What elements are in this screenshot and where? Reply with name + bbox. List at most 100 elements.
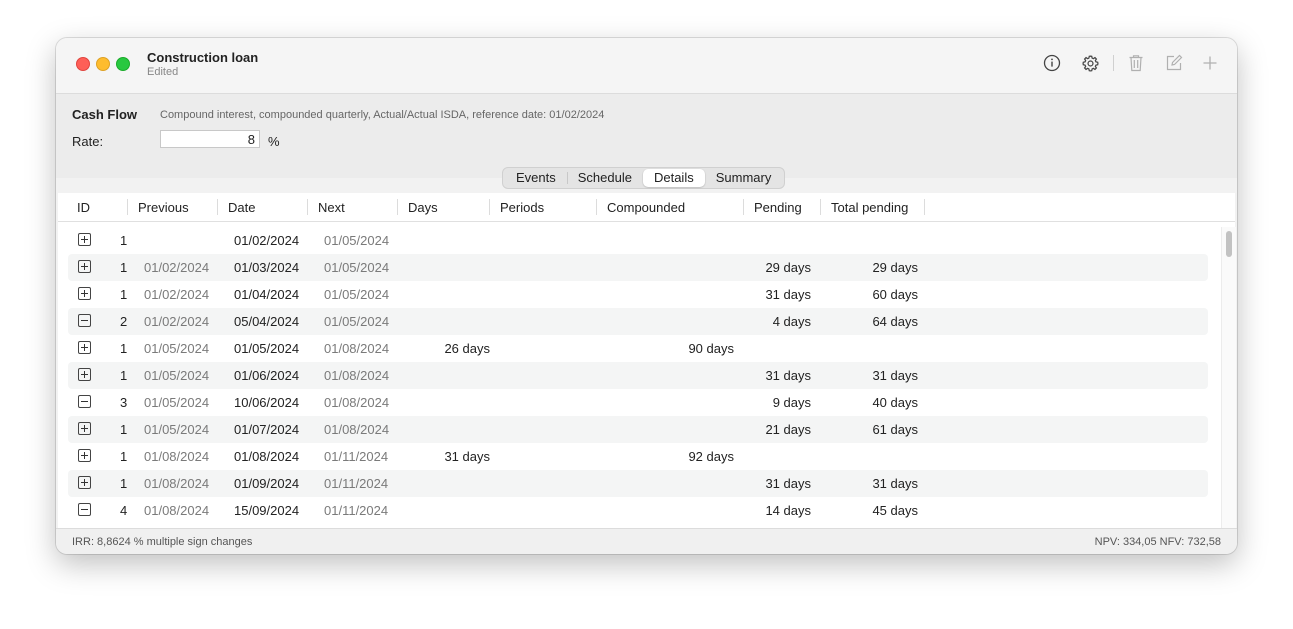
details-table: ID Previous Date Next Days Periods Compo… <box>58 193 1236 528</box>
expand-plus-icon[interactable] <box>78 422 91 435</box>
cell-total-pending: 45 days <box>872 503 918 518</box>
scroll-thumb[interactable] <box>1226 231 1232 257</box>
vertical-scrollbar[interactable] <box>1221 227 1236 528</box>
window-subtitle: Edited <box>147 66 179 78</box>
zoom-button[interactable] <box>116 57 130 71</box>
expand-plus-icon[interactable] <box>78 260 91 273</box>
cell-date: 01/05/2024 <box>234 341 300 356</box>
cell-previous: 01/05/2024 <box>144 368 210 383</box>
col-header-id[interactable]: ID <box>77 200 90 215</box>
col-header-total-pending[interactable]: Total pending <box>831 200 908 215</box>
cell-date: 01/03/2024 <box>234 260 300 275</box>
table-row[interactable]: 1 01/05/2024 01/05/2024 01/08/2024 26 days 90… <box>68 335 1208 362</box>
table-row[interactable]: 1 01/02/2024 01/05/2024 <box>68 227 1208 254</box>
trash-icon <box>1129 55 1143 72</box>
column-divider <box>217 199 218 215</box>
rate-input[interactable]: 8 <box>160 130 260 148</box>
edit-button[interactable] <box>1163 52 1185 74</box>
cell-total-pending: 31 days <box>872 476 918 491</box>
cashflow-description: Compound interest, compounded quarterly,… <box>160 109 605 121</box>
expand-plus-icon[interactable] <box>78 449 91 462</box>
tab-summary[interactable]: Summary <box>705 169 783 187</box>
cell-date: 01/04/2024 <box>234 287 300 302</box>
gear-icon <box>1081 54 1099 72</box>
view-tabs: Events Schedule Details Summary <box>502 167 786 189</box>
cell-pending: 31 days <box>765 476 811 491</box>
cell-id: 1 <box>120 260 128 275</box>
expand-plus-icon[interactable] <box>78 368 91 381</box>
cell-previous: 01/02/2024 <box>144 314 210 329</box>
irr-status: IRR: 8,8624 % multiple sign changes <box>72 536 253 548</box>
table-row[interactable]: 4 01/08/2024 15/09/2024 01/11/2024 14 days 45… <box>68 497 1208 524</box>
cashflow-title: Cash Flow <box>72 107 138 122</box>
col-header-date[interactable]: Date <box>228 200 255 215</box>
table-row[interactable]: 1 01/02/2024 01/03/2024 01/05/2024 29 days 29… <box>68 254 1208 281</box>
cell-id: 2 <box>120 314 128 329</box>
table-row[interactable]: 1 01/05/2024 01/06/2024 01/08/2024 31 days 31… <box>68 362 1208 389</box>
cell-days: 31 days <box>444 449 490 464</box>
cell-next: 01/05/2024 <box>324 287 390 302</box>
column-divider <box>743 199 744 215</box>
col-header-previous[interactable]: Previous <box>138 200 189 215</box>
collapse-minus-icon[interactable] <box>78 395 91 408</box>
cell-previous: 01/05/2024 <box>144 395 210 410</box>
cell-id: 1 <box>120 368 128 383</box>
table-row[interactable]: 1 01/08/2024 01/08/2024 01/11/2024 31 days 92… <box>68 443 1208 470</box>
cell-previous: 01/05/2024 <box>144 341 210 356</box>
tab-schedule[interactable]: Schedule <box>566 169 643 187</box>
cell-total-pending: 61 days <box>872 422 918 437</box>
table-row[interactable]: 1 01/05/2024 01/07/2024 01/08/2024 21 days 61… <box>68 416 1208 443</box>
cell-id: 3 <box>120 395 128 410</box>
col-header-next[interactable]: Next <box>318 200 345 215</box>
table-row[interactable]: 1 01/08/2024 01/09/2024 01/11/2024 31 days 31… <box>68 470 1208 497</box>
close-button[interactable] <box>76 57 90 71</box>
window-title: Construction loan <box>147 50 259 65</box>
cell-id: 1 <box>120 341 128 356</box>
compose-icon <box>1166 54 1183 71</box>
cell-total-pending: 64 days <box>872 314 918 329</box>
cell-next: 01/08/2024 <box>324 422 390 437</box>
expand-plus-icon[interactable] <box>78 341 91 354</box>
cell-id: 1 <box>120 287 128 302</box>
cell-date: 10/06/2024 <box>234 395 300 410</box>
cell-compounded: 92 days <box>688 449 734 464</box>
expand-plus-icon[interactable] <box>78 287 91 300</box>
cell-next: 01/11/2024 <box>324 476 389 491</box>
col-header-periods[interactable]: Periods <box>500 200 544 215</box>
toolbar-separator <box>1113 55 1114 71</box>
table-row[interactable]: 2 01/02/2024 05/04/2024 01/05/2024 4 days 64 … <box>68 308 1208 335</box>
settings-button[interactable] <box>1079 52 1101 74</box>
cell-id: 1 <box>120 449 128 464</box>
cell-previous: 01/08/2024 <box>144 449 210 464</box>
table-row[interactable]: 3 01/05/2024 10/06/2024 01/08/2024 9 days 40 … <box>68 389 1208 416</box>
cell-id: 1 <box>120 422 128 437</box>
cell-next: 01/08/2024 <box>324 341 390 356</box>
collapse-minus-icon[interactable] <box>78 503 91 516</box>
cell-pending: 31 days <box>765 287 811 302</box>
cell-days: 26 days <box>444 341 490 356</box>
cell-date: 01/02/2024 <box>234 233 300 248</box>
delete-button[interactable] <box>1125 52 1147 74</box>
column-divider <box>307 199 308 215</box>
minimize-button[interactable] <box>96 57 110 71</box>
col-header-days[interactable]: Days <box>408 200 438 215</box>
col-header-compounded[interactable]: Compounded <box>607 200 685 215</box>
cell-id: 1 <box>120 476 128 491</box>
cell-previous: 01/02/2024 <box>144 287 210 302</box>
collapse-minus-icon[interactable] <box>78 314 91 327</box>
cell-id: 4 <box>120 503 128 518</box>
add-button[interactable] <box>1199 52 1221 74</box>
column-divider <box>489 199 490 215</box>
info-button[interactable] <box>1041 52 1063 74</box>
table-header: ID Previous Date Next Days Periods Compo… <box>58 193 1235 222</box>
col-header-pending[interactable]: Pending <box>754 200 802 215</box>
column-divider <box>820 199 821 215</box>
cell-date: 01/06/2024 <box>234 368 300 383</box>
cell-total-pending: 31 days <box>872 368 918 383</box>
expand-plus-icon[interactable] <box>78 476 91 489</box>
expand-plus-icon[interactable] <box>78 233 91 246</box>
tab-events[interactable]: Events <box>505 169 567 187</box>
table-row[interactable]: 1 01/02/2024 01/04/2024 01/05/2024 31 days 60… <box>68 281 1208 308</box>
tab-details[interactable]: Details <box>642 169 705 187</box>
cell-total-pending: 40 days <box>872 395 918 410</box>
